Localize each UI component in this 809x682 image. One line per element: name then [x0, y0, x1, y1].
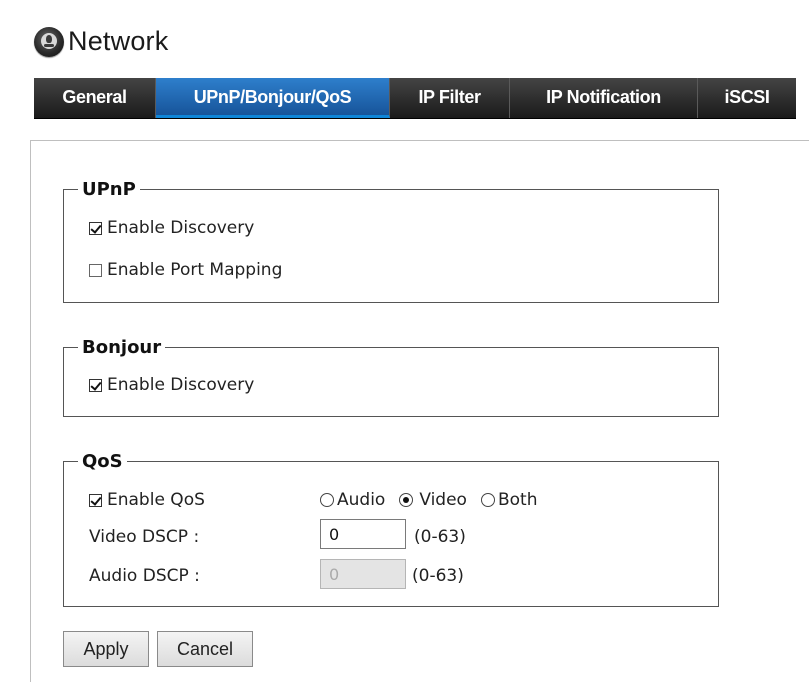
tab-general[interactable]: General: [34, 78, 156, 118]
tab-ip-notification[interactable]: IP Notification: [510, 78, 698, 118]
upnp-enable-discovery-row[interactable]: Enable Discovery: [89, 218, 254, 238]
qos-mode-both-label: Both: [497, 490, 538, 510]
tab-bar: General UPnP/Bonjour/QoS IP Filter IP No…: [34, 78, 796, 119]
bonjour-enable-discovery-row[interactable]: Enable Discovery: [89, 375, 254, 395]
video-dscp-label: Video DSCP :: [89, 527, 200, 547]
qos-enable-label: Enable QoS: [107, 490, 205, 510]
bonjour-enable-discovery-label: Enable Discovery: [107, 375, 255, 395]
qos-mode-both-radio[interactable]: [480, 493, 495, 507]
upnp-enable-discovery-label: Enable Discovery: [107, 218, 255, 238]
qos-enable-row[interactable]: Enable QoS: [89, 490, 205, 510]
qos-mode-radio-group: Audio Video Both: [320, 490, 537, 510]
network-settings-page: Network General UPnP/Bonjour/QoS IP Filt…: [0, 0, 809, 682]
qos-mode-video-radio[interactable]: [399, 493, 414, 507]
qos-legend: QoS: [82, 451, 123, 472]
tab-upnp-bonjour-qos[interactable]: UPnP/Bonjour/QoS: [156, 78, 390, 118]
audio-dscp-input: [320, 559, 406, 589]
tab-iscsi[interactable]: iSCSI: [698, 78, 796, 118]
apply-button[interactable]: Apply: [63, 631, 149, 667]
bonjour-enable-discovery-checkbox[interactable]: [89, 378, 102, 392]
page-title: Network: [68, 26, 169, 56]
audio-dscp-range: (0-63): [412, 566, 464, 586]
upnp-enable-port-mapping-label: Enable Port Mapping: [107, 260, 283, 280]
video-dscp-input[interactable]: [320, 519, 406, 549]
qos-mode-video-label: Video: [419, 490, 467, 510]
settings-panel: UPnP Enable Discovery Enable Port Mappin…: [30, 140, 809, 682]
cancel-button[interactable]: Cancel: [157, 631, 253, 667]
qos-enable-checkbox[interactable]: [89, 493, 102, 507]
upnp-enable-port-mapping-row[interactable]: Enable Port Mapping: [89, 260, 282, 280]
bonjour-legend: Bonjour: [82, 337, 162, 358]
audio-dscp-label: Audio DSCP :: [89, 566, 200, 586]
tab-ip-filter[interactable]: IP Filter: [390, 78, 510, 118]
upnp-group: UPnP: [63, 179, 719, 303]
upnp-legend: UPnP: [82, 179, 136, 200]
video-dscp-range: (0-63): [414, 527, 466, 547]
network-globe-icon: [34, 26, 64, 57]
page-header: Network: [34, 26, 168, 57]
qos-mode-audio-label: Audio: [337, 490, 386, 510]
upnp-enable-port-mapping-checkbox[interactable]: [89, 263, 102, 277]
qos-mode-audio-radio[interactable]: [320, 493, 334, 507]
upnp-enable-discovery-checkbox[interactable]: [89, 221, 102, 235]
